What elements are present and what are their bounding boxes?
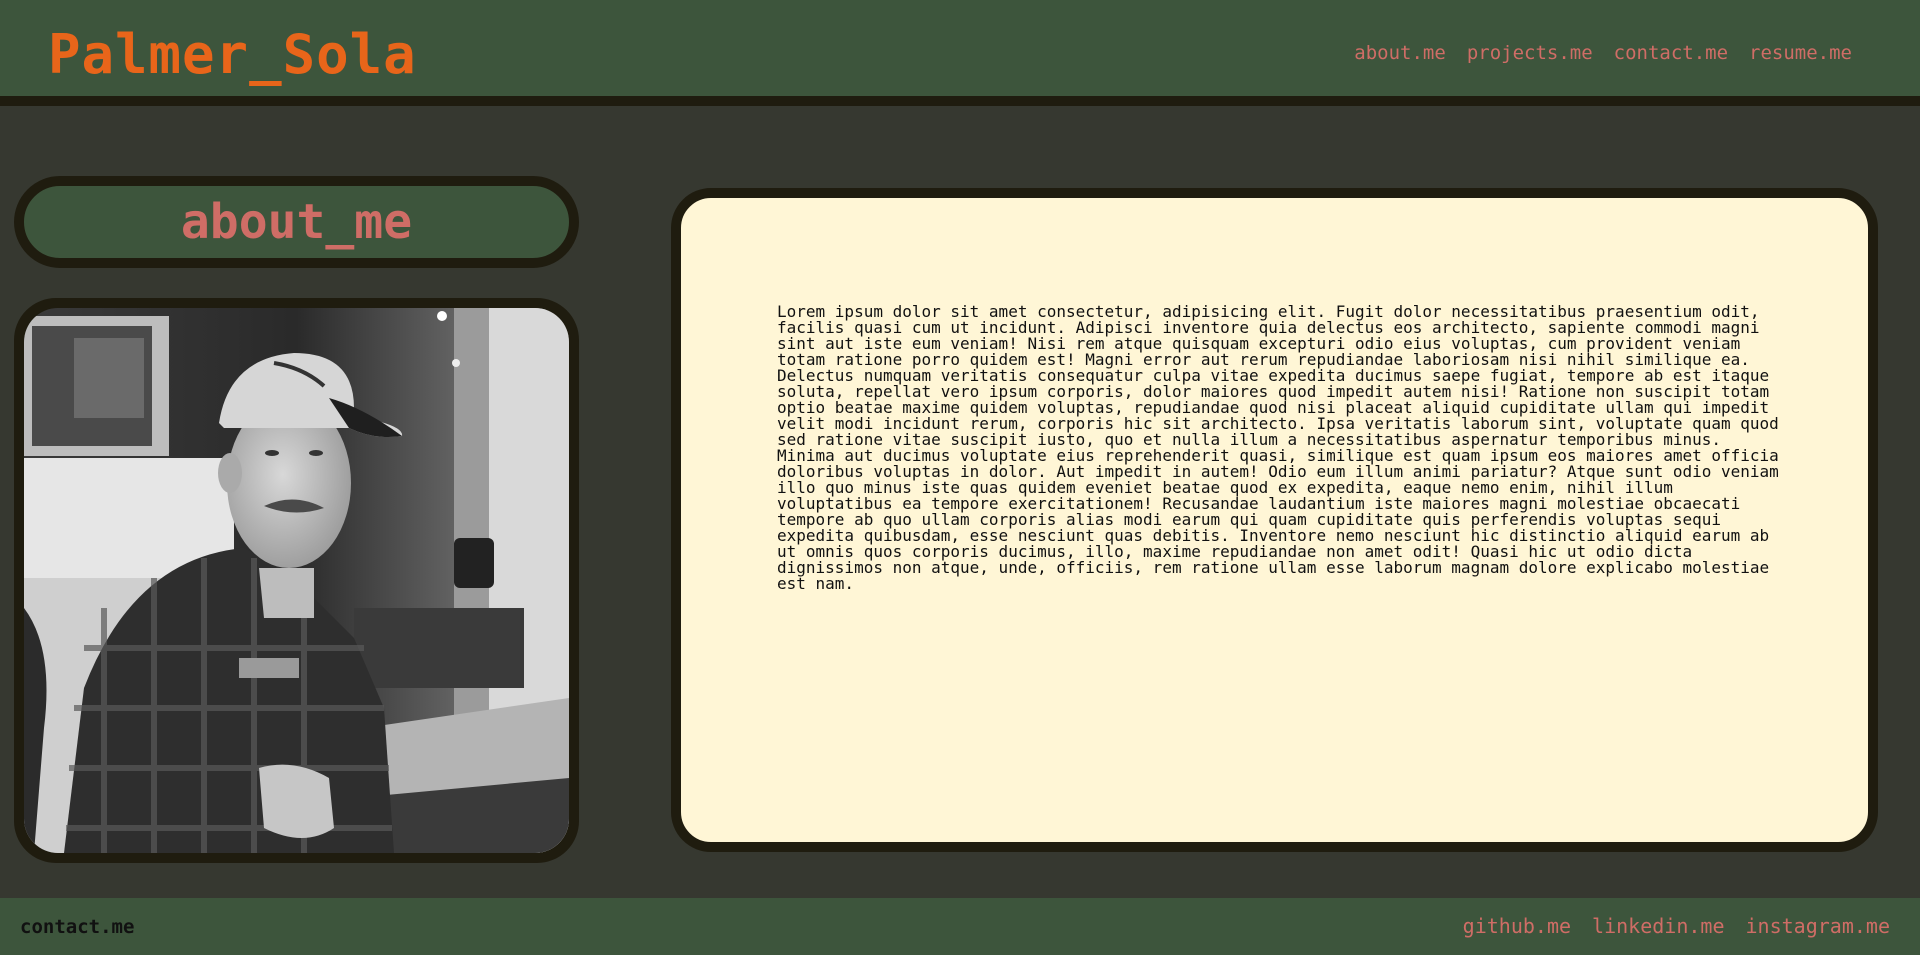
nav-link-resume[interactable]: resume.me [1749,40,1852,66]
site-title[interactable]: Palmer_Sola [48,20,417,90]
site-header: Palmer_Sola about.me projects.me contact… [0,0,1920,106]
main-nav: about.me projects.me contact.me resume.m… [1354,40,1852,66]
about-body-text: Lorem ipsum dolor sit amet consectetur, … [777,302,1779,593]
nav-link-projects[interactable]: projects.me [1467,40,1593,66]
instagram-link[interactable]: instagram.me [1746,913,1891,939]
github-link[interactable]: github.me [1463,913,1571,939]
site-footer: contact.me github.me linkedin.me instagr… [0,898,1920,955]
linkedin-link[interactable]: linkedin.me [1592,913,1724,939]
nav-link-contact[interactable]: contact.me [1614,40,1728,66]
profile-photo [14,298,579,863]
social-links: github.me linkedin.me instagram.me [1463,913,1890,939]
about-heading: about_me [180,194,413,250]
portrait-photo-icon [24,308,569,853]
about-heading-pill: about_me [14,176,579,268]
footer-contact-link[interactable]: contact.me [20,914,134,940]
about-content-card: Lorem ipsum dolor sit amet consectetur, … [671,188,1878,852]
nav-link-about[interactable]: about.me [1354,40,1446,66]
